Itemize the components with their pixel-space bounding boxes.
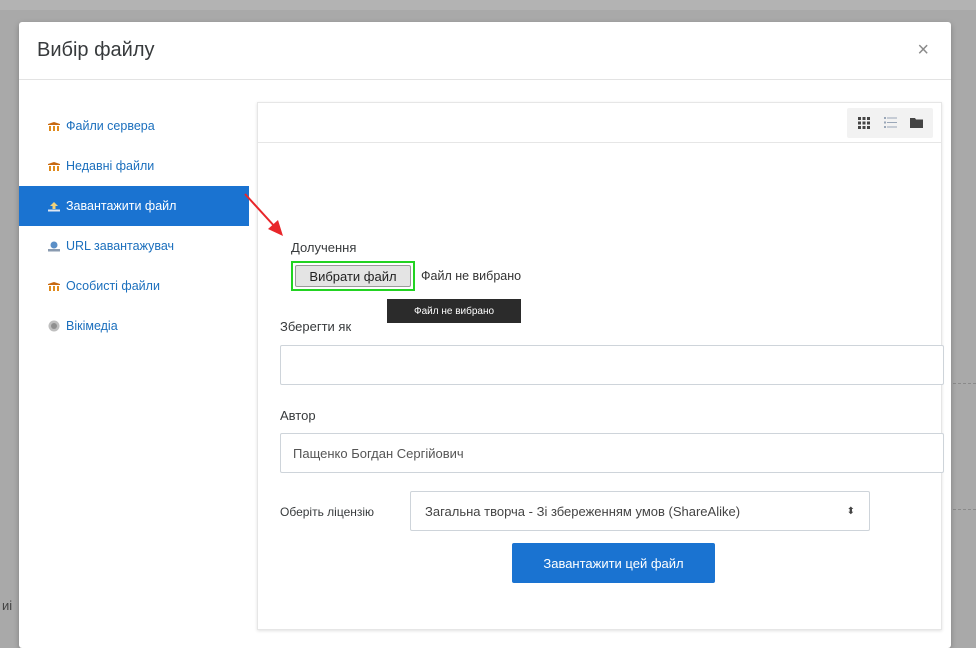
upload-panel: Долучення Вибрати файл Файл не вибрано Ф… xyxy=(257,102,944,630)
save-as-input[interactable] xyxy=(280,345,944,385)
url-downloader-icon xyxy=(46,240,61,252)
sidebar-item-private-files[interactable]: Особисті файли xyxy=(19,266,249,306)
sidebar-item-url-downloader[interactable]: URL завантажувач xyxy=(19,226,249,266)
license-select-value: Загальна творча - Зі збереженням умов (S… xyxy=(425,503,741,519)
upload-file-button[interactable]: Завантажити цей файл xyxy=(512,543,715,583)
wikimedia-icon xyxy=(46,320,61,332)
sidebar-item-wikimedia[interactable]: Вікімедіа xyxy=(19,306,249,346)
choose-file-highlight: Вибрати файл xyxy=(291,261,415,291)
select-caret-icon: ⬍ xyxy=(846,505,855,517)
sidebar-item-label: Файли сервера xyxy=(66,119,155,133)
sidebar-item-upload-file[interactable]: Завантажити файл xyxy=(19,186,249,226)
attachment-label: Долучення xyxy=(291,240,357,255)
page-backdrop-strip xyxy=(0,0,976,10)
repository-icon xyxy=(46,280,61,292)
license-label: Оберіть ліцензію xyxy=(280,505,375,519)
license-select[interactable]: Загальна творча - Зі збереженням умов (S… xyxy=(410,491,870,531)
author-label: Автор xyxy=(280,408,316,423)
repository-sidebar: Файли сервера Недавні файли Завантажити … xyxy=(19,106,249,346)
sidebar-item-recent-files[interactable]: Недавні файли xyxy=(19,146,249,186)
backdrop-divider xyxy=(948,383,976,384)
sidebar-item-label: Недавні файли xyxy=(66,159,155,173)
list-view-icon[interactable] xyxy=(877,108,903,138)
view-switcher xyxy=(847,107,933,138)
sidebar-item-label: Вікімедіа xyxy=(66,319,118,333)
dialog-title: Вибір файлу xyxy=(37,39,155,61)
backdrop-text-fragment: иі xyxy=(2,598,13,613)
view-toolbar xyxy=(258,103,941,143)
upload-icon xyxy=(46,200,61,212)
sidebar-item-server-files[interactable]: Файли сервера xyxy=(19,106,249,146)
sidebar-item-label: Особисті файли xyxy=(66,279,160,293)
grid-view-icon[interactable] xyxy=(851,108,877,138)
sidebar-item-label: Завантажити файл xyxy=(66,199,177,213)
repository-icon xyxy=(46,160,61,172)
folder-view-icon[interactable] xyxy=(903,108,929,138)
save-as-label: Зберегти як xyxy=(280,319,352,334)
choose-file-button[interactable]: Вибрати файл xyxy=(295,265,411,287)
close-button[interactable]: × xyxy=(917,39,929,62)
file-tooltip: Файл не вибрано xyxy=(387,299,521,323)
sidebar-item-label: URL завантажувач xyxy=(66,239,175,253)
file-picker-dialog: Вибір файлу × Файли сервера Недавні файл… xyxy=(19,22,951,648)
repository-icon xyxy=(46,120,61,132)
backdrop-divider xyxy=(948,509,976,510)
file-status-text: Файл не вибрано xyxy=(421,269,522,283)
dialog-header: Вибір файлу × xyxy=(19,22,951,80)
author-input[interactable]: Пащенко Богдан Сергійович xyxy=(280,433,944,473)
